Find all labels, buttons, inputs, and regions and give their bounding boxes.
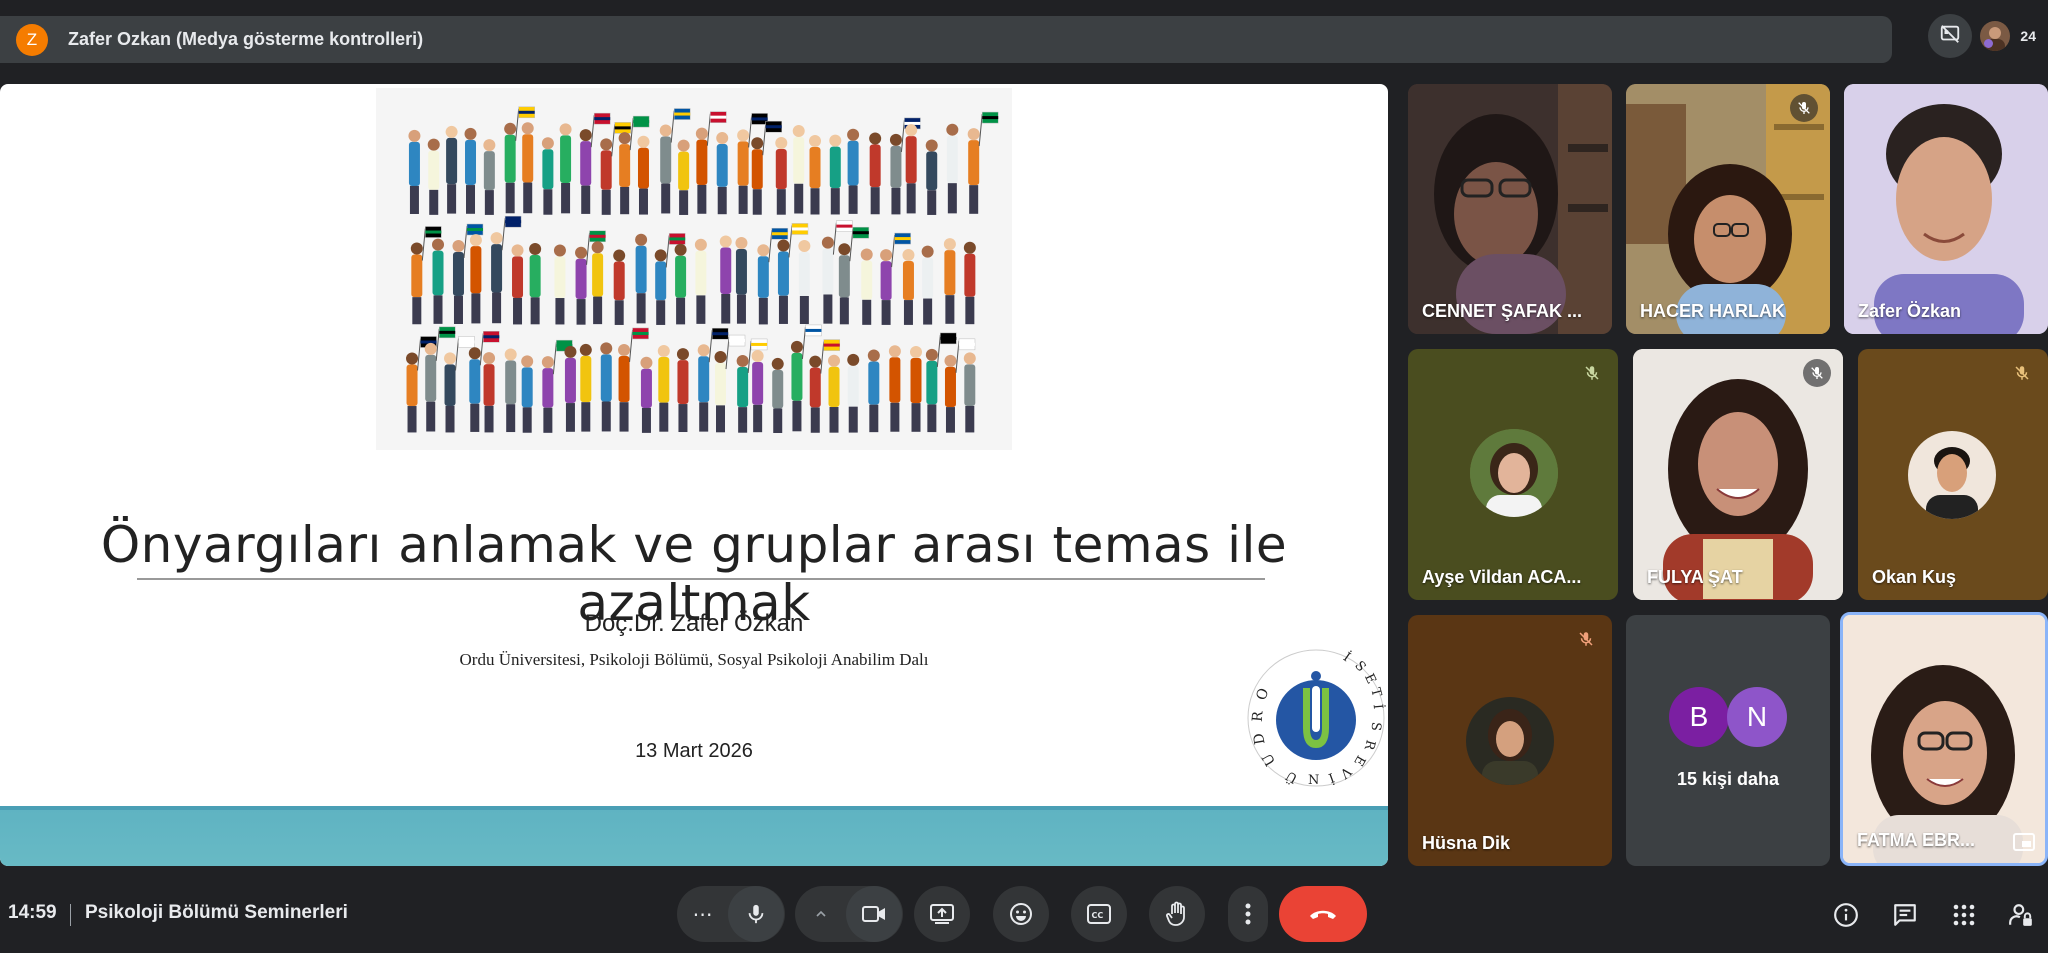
participant-avatar-n: N (1727, 687, 1787, 747)
video-feed (1844, 84, 2048, 334)
present-screen-icon (930, 904, 954, 924)
svg-text:N: N (1308, 773, 1319, 788)
participants-button[interactable]: 24 (1980, 21, 2036, 51)
hide-tiles-button[interactable] (1928, 14, 1973, 58)
bottom-toolbar: 14:59 Psikoloji Bölümü Seminerleri ⋯ CC (0, 880, 2048, 953)
participant-avatar (1470, 429, 1558, 517)
participant-avatar-b: B (1669, 687, 1729, 747)
leave-call-button[interactable] (1279, 886, 1367, 942)
participant-name: FULYA ŞAT (1647, 567, 1743, 587)
chat-button[interactable] (1890, 900, 1920, 930)
microphone-icon (748, 904, 764, 924)
mic-muted-indicator (1803, 359, 1831, 387)
meeting-details-button[interactable] (1831, 900, 1861, 930)
participant-name: Okan Kuş (1872, 567, 1957, 587)
participant-avatar (1908, 431, 1996, 519)
more-participants-label: 15 kişi daha (1676, 769, 1780, 789)
title-underline (137, 578, 1265, 580)
shared-slide: Önyargıları anlamak ve gruplar arası tem… (0, 84, 1388, 866)
info-icon (1834, 903, 1858, 927)
mic-off-icon (1811, 367, 1823, 379)
lock-person-icon (2009, 904, 2032, 926)
participant-tile[interactable]: FULYA ŞAT (1633, 349, 1843, 600)
slide-footer-band (0, 806, 1388, 866)
slide-illustration (376, 88, 1012, 450)
participant-tile[interactable]: CENNET ŞAFAK ... (1408, 84, 1612, 334)
hide-tiles-icon (1939, 23, 1961, 50)
mic-muted-indicator (1572, 625, 1600, 653)
participant-name: HACER HARLAK (1640, 301, 1785, 321)
mic-off-icon (1798, 102, 1810, 114)
participant-tile[interactable]: Ayşe Vildan ACA... (1408, 349, 1618, 600)
more-options-button[interactable] (1228, 886, 1268, 942)
slide-affiliation: Ordu Üniversitesi, Psikoloji Bölümü, Sos… (459, 650, 929, 669)
presenter-avatar: Z (16, 23, 48, 56)
meet-window: Z Zafer Ozkan (Medya gösterme kontroller… (0, 0, 2048, 953)
pip-icon[interactable] (2013, 833, 2035, 851)
svg-text:R: R (1250, 710, 1267, 722)
participant-name: FATMA EBR... (1857, 830, 1975, 850)
mic-muted-indicator (1578, 359, 1606, 387)
participant-tile[interactable]: Zafer Özkan (1844, 84, 2048, 334)
participant-tile-self[interactable]: FATMA EBR... (1840, 612, 2048, 866)
participant-tile[interactable]: HACER HARLAK (1626, 84, 1830, 334)
hang-up-icon (1310, 910, 1336, 919)
raise-hand-button[interactable] (1149, 886, 1205, 942)
participant-name: CENNET ŞAFAK ... (1422, 301, 1583, 321)
presentation-bar: Z Zafer Ozkan (Medya gösterme kontroller… (0, 16, 1892, 63)
microphone-button[interactable] (728, 886, 784, 942)
slide-date: 13 Mart 2026 (635, 740, 753, 762)
participant-tile[interactable]: Okan Kuş (1858, 349, 2048, 600)
activities-button[interactable] (1949, 900, 1979, 930)
camera-control-group (795, 886, 903, 942)
host-controls-button[interactable] (2006, 900, 2036, 930)
reactions-button[interactable] (993, 886, 1049, 942)
divider (70, 904, 71, 926)
mic-off-icon (1585, 366, 1599, 380)
participant-avatar (1466, 697, 1554, 785)
captions-button[interactable]: CC (1071, 886, 1127, 942)
present-screen-button[interactable] (914, 886, 970, 942)
clock: 14:59 (8, 902, 57, 923)
mic-control-group: ⋯ (677, 886, 785, 942)
video-feed (1633, 349, 1843, 600)
participant-tile[interactable]: Hüsna Dik (1408, 615, 1612, 866)
svg-text:S: S (1368, 721, 1384, 731)
camera-icon (862, 906, 885, 922)
more-vert-icon (1245, 903, 1251, 925)
svg-text:CC: CC (1092, 911, 1104, 920)
mic-off-icon (1579, 632, 1593, 646)
camera-button[interactable] (846, 886, 902, 942)
apps-grid-icon (1953, 904, 1975, 926)
video-options-button[interactable] (796, 886, 846, 942)
chat-icon (1894, 904, 1916, 926)
emoji-icon (1010, 903, 1032, 925)
presentation-controls-label[interactable]: Zafer Ozkan (Medya gösterme kontrolleri) (68, 29, 423, 50)
more-dots-icon: ⋯ (692, 903, 714, 926)
mic-muted-indicator (2008, 359, 2036, 387)
hand-icon (1166, 901, 1185, 926)
university-logo: O R D U Ü N İ V E R S İ T E S İ (1246, 648, 1387, 788)
meeting-title: Psikoloji Bölümü Seminerleri (85, 902, 348, 923)
slide-author: Doç.Dr. Zafer Özkan (584, 610, 804, 637)
video-feed (1843, 615, 2045, 863)
participant-count: 24 (2020, 28, 2036, 44)
mic-off-icon (2015, 366, 2029, 380)
top-right-controls: 24 (1920, 14, 2048, 58)
chevron-up-icon (816, 910, 826, 917)
participant-name: Zafer Özkan (1858, 301, 1962, 321)
participant-name: Hüsna Dik (1422, 833, 1511, 853)
captions-icon: CC (1087, 904, 1111, 924)
participant-avatar (1980, 21, 2011, 51)
mic-muted-indicator (1790, 94, 1818, 122)
crowd-illustration (376, 88, 1012, 450)
audio-options-button[interactable]: ⋯ (678, 886, 728, 942)
video-feed (1408, 84, 1612, 334)
more-participants-tile[interactable]: B N 15 kişi daha (1626, 615, 1830, 866)
participant-name: Ayşe Vildan ACA... (1422, 567, 1582, 587)
